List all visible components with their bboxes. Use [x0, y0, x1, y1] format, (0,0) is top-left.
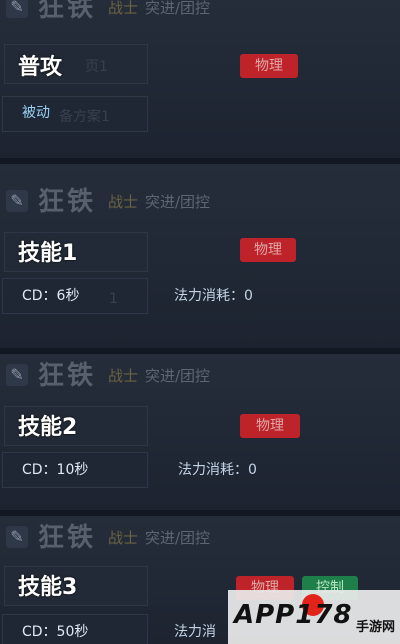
passive-label: 被动: [22, 105, 50, 121]
physical-badge: 物理: [240, 54, 298, 78]
logo-main-text: APP178: [234, 600, 353, 630]
skill-title: 技能3: [18, 575, 78, 600]
pin-icon: ✎: [6, 364, 28, 386]
pin-icon: ✎: [6, 526, 28, 548]
hero-tags: 突进/团控: [145, 529, 211, 547]
hero-role: 战士: [108, 367, 139, 385]
skill-title: 技能2: [18, 415, 78, 440]
skill-card-1: ✎ 狂铁 战士 突进/团控 技能1 物理 1 CD：6秒 法力消耗：0: [0, 164, 400, 348]
mana-cost-label: 法力消耗：0: [178, 462, 257, 478]
hero-name: 狂铁: [38, 523, 97, 553]
hero-header: ✎ 狂铁 战士 突进/团控: [0, 358, 400, 398]
hero-role: 战士: [108, 529, 139, 547]
hero-role: 战士: [108, 193, 139, 211]
ghost-text: 页1: [85, 59, 108, 75]
hero-tags: 突进/团控: [145, 0, 211, 17]
hero-name: 狂铁: [38, 0, 97, 23]
physical-badge: 物理: [240, 238, 296, 262]
physical-badge: 物理: [240, 414, 300, 438]
pin-icon: ✎: [6, 0, 28, 18]
skill-card-basic-attack: ✎ 狂铁 战士 突进/团控 页1 普攻 物理 备方案1 被动: [0, 0, 400, 158]
hero-header: ✎ 狂铁 战士 突进/团控: [0, 520, 400, 560]
hero-header: ✎ 狂铁 战士 突进/团控: [0, 184, 400, 224]
hero-name: 狂铁: [38, 187, 97, 217]
pin-icon: ✎: [6, 190, 28, 212]
mana-cost-label: 法力消耗：0: [174, 288, 253, 304]
skill-title: 技能1: [18, 241, 78, 266]
skill-card-2: ✎ 狂铁 战士 突进/团控 技能2 物理 CD：10秒 法力消耗：0: [0, 354, 400, 510]
mana-cost-label: 法力消: [174, 624, 216, 640]
cooldown-label: CD：6秒: [22, 288, 80, 304]
ghost-text: 1: [109, 291, 118, 307]
cooldown-label: CD：50秒: [22, 624, 89, 640]
ghost-text: 备方案1: [59, 109, 110, 125]
hero-role: 战士: [108, 0, 139, 17]
skill-title: 普攻: [18, 55, 63, 80]
hero-tags: 突进/团控: [145, 193, 211, 211]
hero-header: ✎ 狂铁 战士 突进/团控: [0, 0, 400, 30]
hero-name: 狂铁: [38, 361, 97, 391]
cooldown-label: CD：10秒: [22, 462, 89, 478]
logo-sub-text: 手游网: [356, 620, 396, 635]
app178-logo: APP178 手游网: [228, 590, 400, 644]
hero-tags: 突进/团控: [145, 367, 211, 385]
